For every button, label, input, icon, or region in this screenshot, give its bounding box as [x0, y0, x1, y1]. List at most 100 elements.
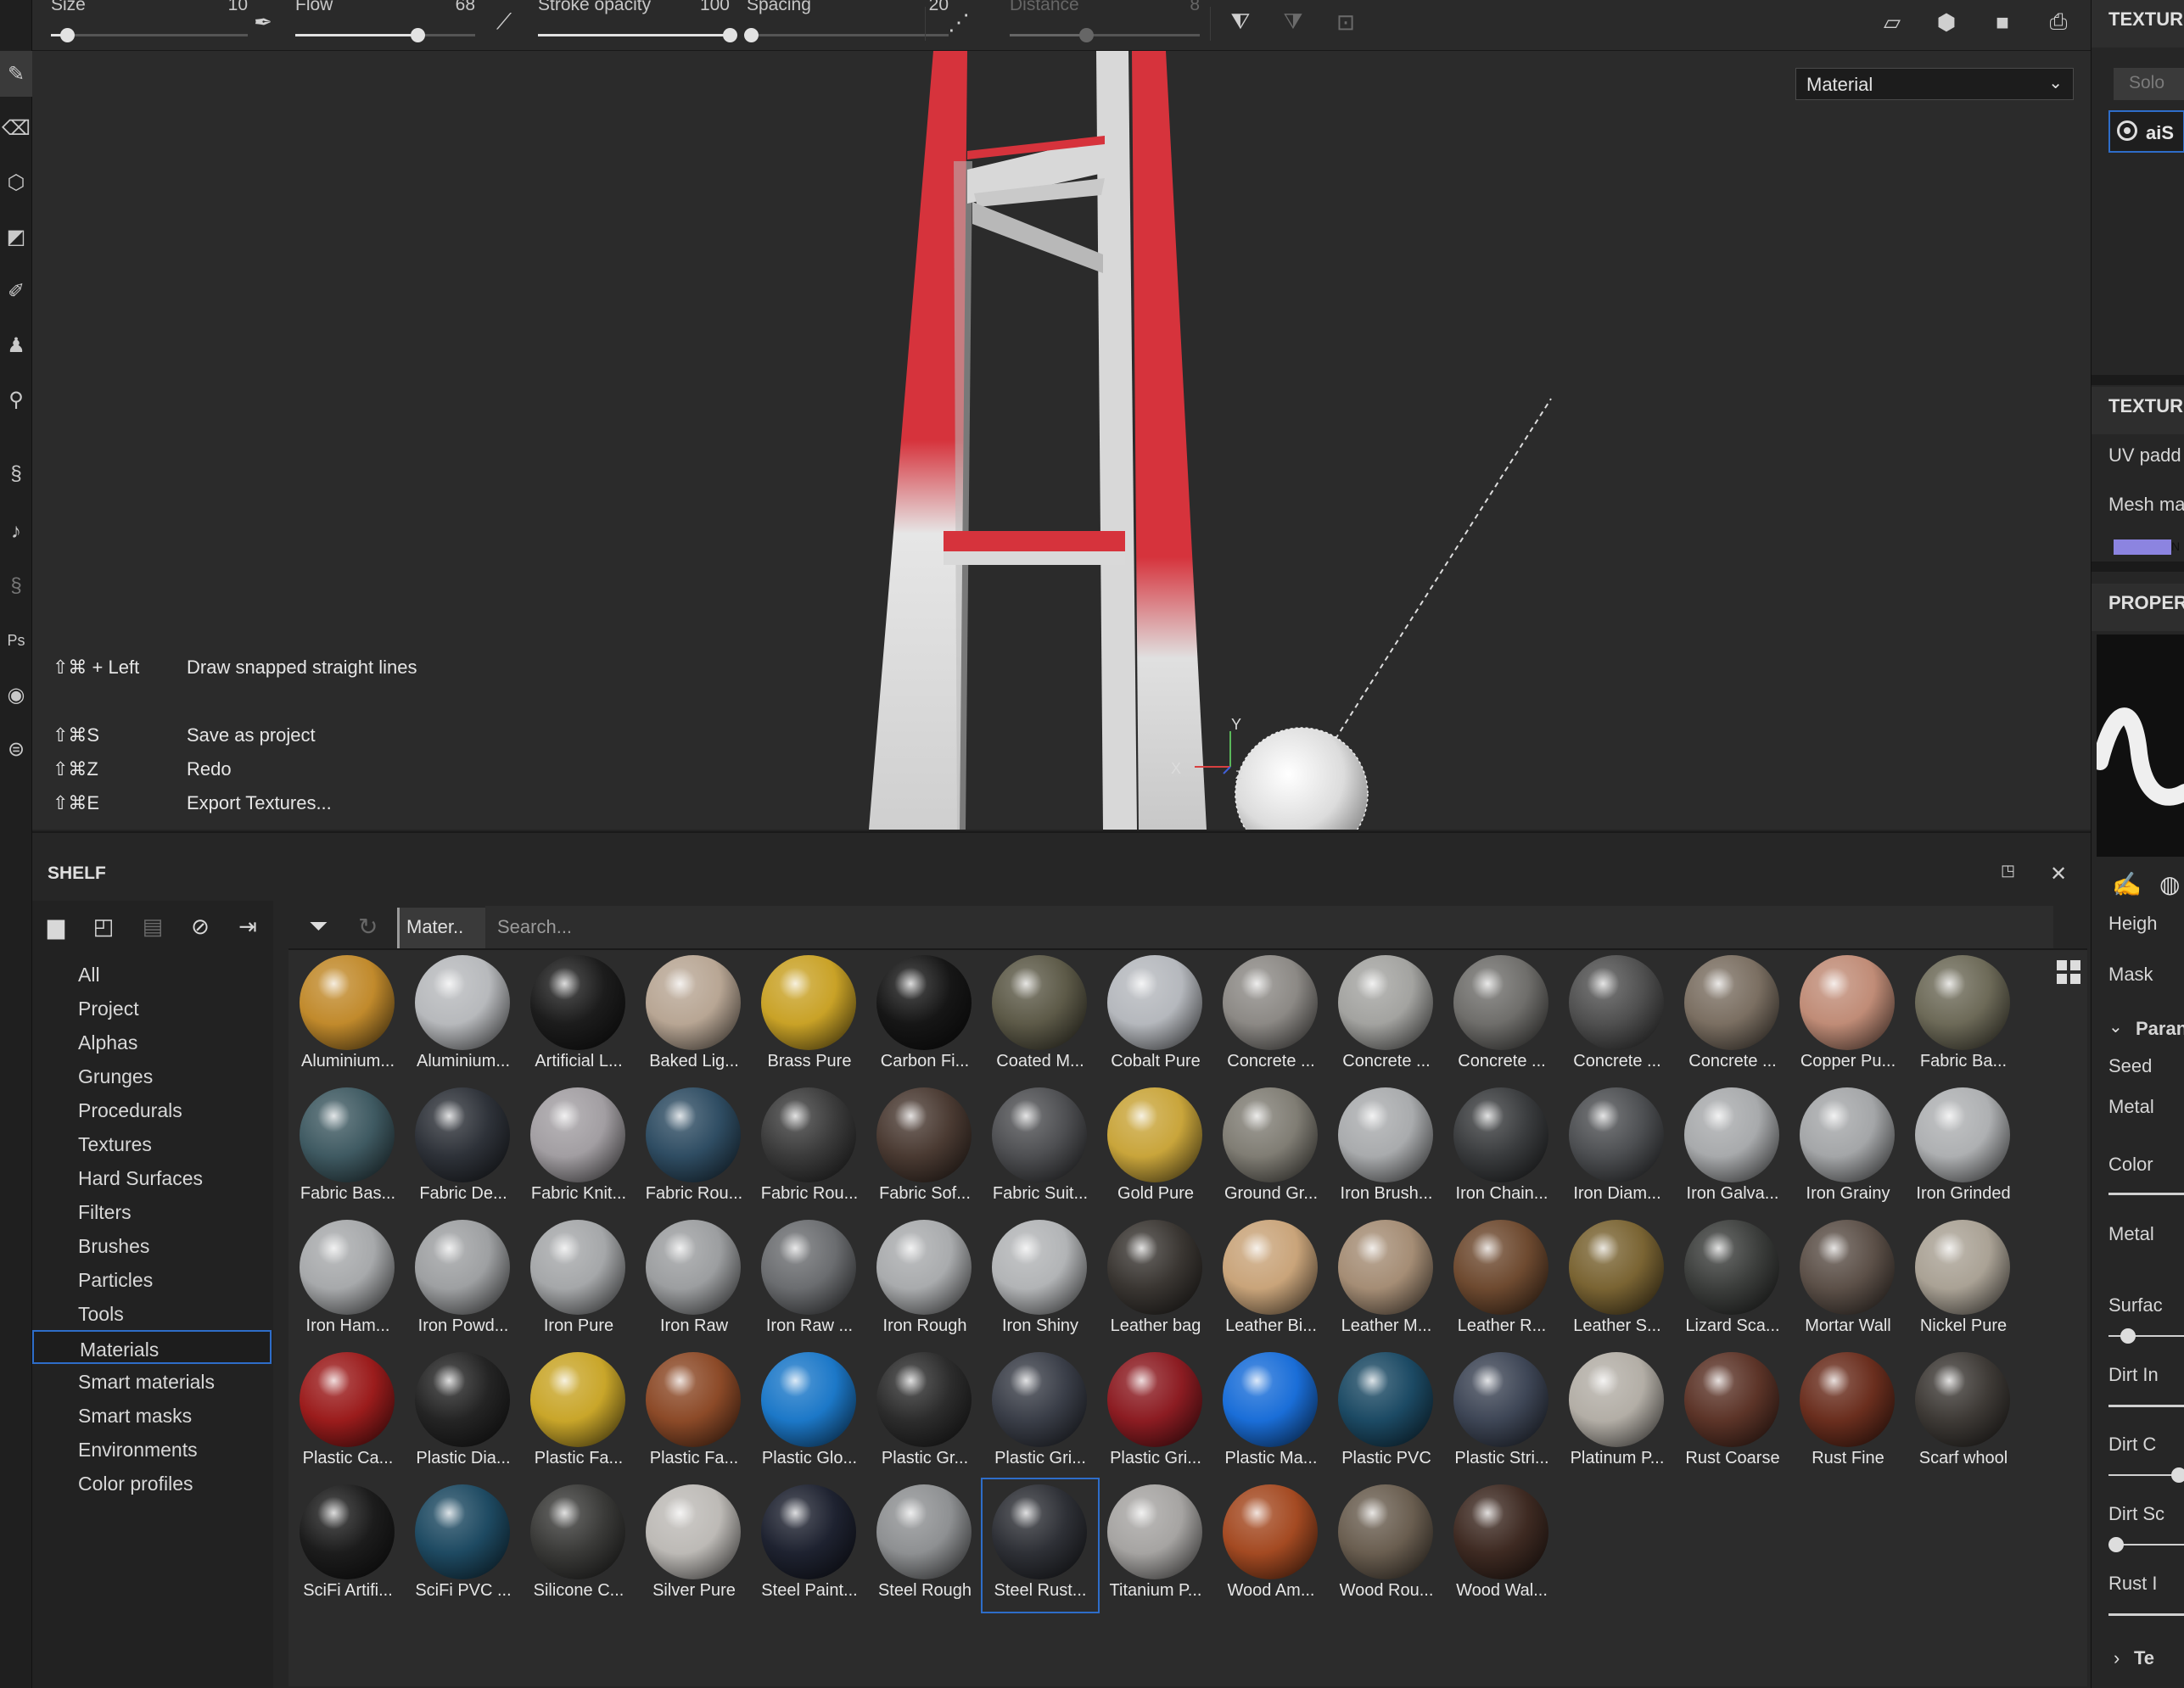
screenshot-camera-icon[interactable]: ⎙ [2041, 3, 2075, 41]
material-tile[interactable]: Concrete ... [1444, 950, 1560, 1082]
reset-filter-icon[interactable]: ↻ [358, 913, 378, 941]
folder-icon[interactable]: ▆ [39, 909, 73, 943]
shelf-category-textures[interactable]: Textures [32, 1126, 272, 1160]
material-tile[interactable]: Plastic Stri... [1444, 1347, 1560, 1479]
lazy-mouse-icon[interactable]: ⋰ [942, 3, 976, 41]
material-tile[interactable]: Concrete ... [1213, 950, 1329, 1082]
material-tile[interactable]: Plastic Ca... [290, 1347, 406, 1479]
hide-icon[interactable]: ⊘ [183, 909, 217, 943]
stroke-opacity-value[interactable]: 100 [700, 0, 730, 15]
new-file-icon[interactable]: ◰ [87, 909, 120, 943]
close-icon[interactable]: ✕ [2050, 862, 2067, 886]
shelf-search-input[interactable] [485, 906, 2053, 948]
brush-preset-icon[interactable]: ✒ [246, 3, 280, 41]
material-tile[interactable]: Leather M... [1329, 1215, 1444, 1347]
shelf-category-hard-surfaces[interactable]: Hard Surfaces [32, 1160, 272, 1194]
material-tile[interactable]: Wood Am... [1213, 1479, 1329, 1612]
dirt-contrast-slider-handle[interactable] [2171, 1467, 2184, 1483]
material-tile[interactable]: Fabric Knit... [521, 1082, 636, 1215]
material-tile[interactable]: Iron Brush... [1329, 1082, 1444, 1215]
material-tile[interactable]: Artificial L... [521, 950, 636, 1082]
distance-slider[interactable]: Distance 8 [1010, 0, 1200, 51]
material-tile[interactable]: Ground Gr... [1213, 1082, 1329, 1215]
flow-value[interactable]: 68 [456, 0, 475, 15]
material-tile[interactable]: Gold Pure [1098, 1082, 1213, 1215]
chevron-down-icon[interactable]: ⌄ [2108, 1016, 2123, 1037]
shelf-category-brushes[interactable]: Brushes [32, 1228, 272, 1262]
material-tile[interactable]: Steel Rough [867, 1479, 983, 1612]
material-tile[interactable]: Plastic Fa... [636, 1347, 752, 1479]
flow-slider-handle[interactable] [411, 28, 426, 42]
shelf-category-procedurals[interactable]: Procedurals [32, 1093, 272, 1126]
dirt-intensity-slider[interactable] [2108, 1405, 2184, 1407]
symmetry-icon[interactable]: ⧨ [1224, 3, 1257, 41]
shelf-category-grunges[interactable]: Grunges [32, 1059, 272, 1093]
viewport-mode-select[interactable]: Material ⌄ [1795, 68, 2074, 100]
material-tile[interactable]: Cobalt Pure [1098, 950, 1213, 1082]
material-tile[interactable]: Baked Lig... [636, 950, 752, 1082]
material-tile[interactable]: SciFi Artifi... [290, 1479, 406, 1612]
material-tile[interactable]: Steel Rust... [981, 1478, 1100, 1613]
material-tile[interactable]: Rust Coarse [1675, 1347, 1790, 1479]
paint-brush-tool-icon[interactable]: ✎ [0, 51, 32, 97]
shelf-category-particles[interactable]: Particles [32, 1262, 272, 1296]
shelf-category-tools[interactable]: Tools [32, 1296, 272, 1330]
size-slider-handle[interactable] [59, 28, 75, 42]
material-tile[interactable]: Nickel Pure [1906, 1215, 2021, 1347]
material-tile[interactable]: Iron Grinded [1906, 1082, 2021, 1215]
shelf-category-materials[interactable]: Materials [32, 1330, 272, 1364]
parameters-section-title[interactable]: Paran [2136, 1018, 2184, 1040]
eraser-tool-icon[interactable]: ⌫ [0, 105, 32, 151]
shelf-category-smart-materials[interactable]: Smart materials [32, 1364, 272, 1398]
material-tile[interactable]: Iron Raw [636, 1215, 752, 1347]
texture-section-title[interactable]: Te [2134, 1647, 2154, 1669]
material-tile[interactable]: Lizard Sca... [1675, 1215, 1790, 1347]
material-tile[interactable]: Fabric De... [406, 1082, 521, 1215]
undock-icon[interactable]: ◳ [2001, 862, 2015, 880]
symmetry-axis-icon[interactable]: ⧩ [1276, 3, 1310, 41]
material-tile[interactable]: Iron Chain... [1444, 1082, 1560, 1215]
projection-tool-icon[interactable]: ⬡ [0, 159, 32, 205]
shelf-category-environments[interactable]: Environments [32, 1432, 272, 1466]
stroke-preset-icon[interactable]: ⟋ [487, 3, 521, 41]
grid-view-icon[interactable] [2052, 955, 2086, 989]
material-tile[interactable]: SciFi PVC ... [406, 1479, 521, 1612]
color-swatch[interactable] [2108, 1193, 2184, 1195]
material-tile[interactable]: Plastic Gri... [983, 1347, 1098, 1479]
material-tile[interactable]: Concrete ... [1329, 950, 1444, 1082]
size-value[interactable]: 10 [228, 0, 248, 15]
material-tile[interactable]: Plastic PVC [1329, 1347, 1444, 1479]
material-tile[interactable]: Iron Rough [867, 1215, 983, 1347]
solo-button[interactable]: Solo [2114, 68, 2184, 100]
size-slider[interactable]: Size 10 [51, 0, 248, 51]
material-tile[interactable]: Iron Galva... [1675, 1082, 1790, 1215]
texture-set-item[interactable]: aiS [2108, 110, 2184, 153]
material-tile[interactable]: Plastic Glo... [752, 1347, 867, 1479]
shelf-category-all[interactable]: All [32, 957, 272, 991]
plugin-icon[interactable]: § [0, 563, 32, 609]
substance-source-icon[interactable]: ⊜ [0, 726, 32, 772]
shelf-category-color-profiles[interactable]: Color profiles [32, 1466, 272, 1500]
mesh-map-chip[interactable]: N [2114, 539, 2180, 555]
material-tile[interactable]: Aluminium... [290, 950, 406, 1082]
material-tile[interactable]: Scarf whool [1906, 1347, 2021, 1479]
material-tile[interactable]: Concrete ... [1560, 950, 1675, 1082]
filter-icon[interactable]: ⏷ [309, 913, 328, 941]
material-tile[interactable]: Brass Pure [752, 950, 867, 1082]
material-tile[interactable]: Plastic Dia... [406, 1347, 521, 1479]
clone-tool-icon[interactable]: ♟ [0, 322, 32, 368]
material-tile[interactable]: Fabric Bas... [290, 1082, 406, 1215]
camera-perspective-icon[interactable]: ▱ [1875, 3, 1909, 41]
material-tile[interactable]: Iron Diam... [1560, 1082, 1675, 1215]
material-tile[interactable]: Carbon Fi... [867, 950, 983, 1082]
material-tile[interactable]: Plastic Fa... [521, 1347, 636, 1479]
material-tile[interactable]: Leather Bi... [1213, 1215, 1329, 1347]
polygon-fill-tool-icon[interactable]: ◩ [0, 214, 32, 260]
material-tile[interactable]: Fabric Rou... [752, 1082, 867, 1215]
material-tile[interactable]: Plastic Gr... [867, 1347, 983, 1479]
rust-intensity-slider[interactable] [2108, 1613, 2184, 1616]
shelf-category-filters[interactable]: Filters [32, 1194, 272, 1228]
material-tile[interactable]: Iron Shiny [983, 1215, 1098, 1347]
surface-slider-handle[interactable] [2120, 1328, 2136, 1344]
stroke-opacity-slider[interactable]: Stroke opacity 100 [538, 0, 737, 51]
